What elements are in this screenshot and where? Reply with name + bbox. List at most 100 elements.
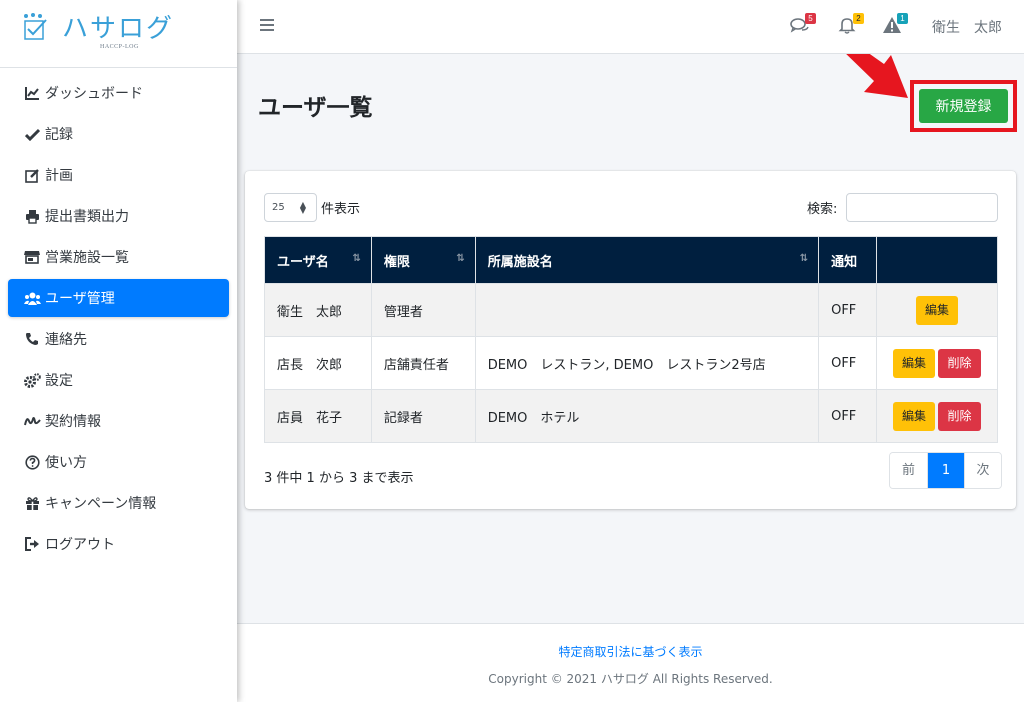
table-row: 店長 次郎 店舗責任者 DEMO レストラン, DEMO レストラン2号店 OF… <box>264 336 998 390</box>
cell-notify: OFF <box>818 389 878 443</box>
sidebar-item-label: ログアウト <box>45 537 115 553</box>
delete-button[interactable]: 削除 <box>938 401 982 431</box>
notifications-button[interactable]: 2 <box>838 13 864 36</box>
user-menu[interactable]: 衛生 太郎 <box>932 17 1002 37</box>
question-icon <box>23 453 41 471</box>
search-label: 検索: <box>807 202 838 217</box>
cell-actions: 編集 <box>876 283 998 337</box>
sidebar-item-contract[interactable]: 契約情報 <box>8 402 229 440</box>
sidebar-item-howto[interactable]: 使い方 <box>8 443 229 481</box>
sidebar-nav: ダッシュボード 記録 計画 提出書類出力 営業施設一覧 ユーザ管理 連絡先 設定… <box>0 68 237 563</box>
table-row: 衛生 太郎 管理者 OFF 編集 <box>264 283 998 337</box>
sidebar-item-users[interactable]: ユーザ管理 <box>8 279 229 317</box>
gears-icon <box>23 371 41 389</box>
column-header-actions <box>876 236 998 284</box>
cell-role: 管理者 <box>370 283 476 337</box>
brand-name: ハサログ <box>62 14 175 44</box>
cell-facility: DEMO ホテル <box>474 389 820 443</box>
alerts-button[interactable]: 1 <box>882 13 908 36</box>
messages-button[interactable]: 5 <box>790 13 816 36</box>
sidebar-item-label: 連絡先 <box>45 332 87 348</box>
top-navbar: 5 2 1 衛生 太郎 <box>237 0 1024 54</box>
column-header-username[interactable]: ユーザ名 ⇅ <box>264 236 372 284</box>
chart-line-icon <box>23 84 41 102</box>
sidebar-item-label: 計画 <box>45 168 73 184</box>
table-info: 3 件中 1 から 3 まで表示 <box>264 471 414 486</box>
cell-username: 店員 花子 <box>264 389 372 443</box>
sidebar-item-label: ダッシュボード <box>45 86 143 102</box>
logo-icon <box>24 13 47 40</box>
cell-username: 店長 次郎 <box>264 336 372 390</box>
sidebar-item-logout[interactable]: ログアウト <box>8 525 229 563</box>
brand-subtitle: HACCP-LOG <box>100 44 139 50</box>
messages-badge: 5 <box>805 13 816 24</box>
pagination-page-1[interactable]: 1 <box>927 453 964 488</box>
signature-icon <box>23 412 41 430</box>
search-input[interactable] <box>846 193 998 222</box>
sort-icon: ⇅ <box>456 253 465 264</box>
notifications-badge: 2 <box>853 13 864 24</box>
legal-notice-link[interactable]: 特定商取引法に基づく表示 <box>237 643 1024 660</box>
sort-icon: ⇅ <box>352 253 361 264</box>
page-title: ユーザ一覧 <box>258 95 373 121</box>
sidebar-item-label: 記録 <box>45 127 73 143</box>
printer-icon <box>23 207 41 225</box>
footer: 特定商取引法に基づく表示 Copyright © 2021 ハサログ All R… <box>237 623 1024 702</box>
sidebar-item-label: ユーザ管理 <box>45 291 115 307</box>
cell-facility <box>474 283 820 337</box>
sidebar-item-campaign[interactable]: キャンペーン情報 <box>8 484 229 522</box>
page-length-value: 25 <box>272 202 285 213</box>
cell-role: 記録者 <box>370 389 476 443</box>
sidebar: ハサログ HACCP-LOG ダッシュボード 記録 計画 提出書類出力 営業施設… <box>0 0 237 702</box>
sidebar-item-records[interactable]: 記録 <box>8 115 229 153</box>
cell-notify: OFF <box>818 283 878 337</box>
sidebar-item-plan[interactable]: 計画 <box>8 156 229 194</box>
sidebar-item-label: 営業施設一覧 <box>45 250 129 266</box>
hamburger-menu-icon[interactable] <box>259 17 275 33</box>
table-header-row: ユーザ名 ⇅ 権限 ⇅ 所属施設名 ⇅ 通知 <box>264 236 998 284</box>
store-icon <box>23 248 41 266</box>
highlight-frame: 新規登録 <box>910 80 1017 132</box>
sidebar-item-label: 設定 <box>45 373 73 389</box>
page-length-select[interactable]: 25 ▲ ▼ <box>264 193 317 222</box>
sidebar-item-facilities[interactable]: 営業施設一覧 <box>8 238 229 276</box>
sidebar-item-label: 使い方 <box>45 455 87 471</box>
cell-actions: 編集 削除 <box>876 336 998 390</box>
copyright: Copyright © 2021 ハサログ All Rights Reserve… <box>488 672 773 686</box>
brand[interactable]: ハサログ HACCP-LOG <box>0 0 237 68</box>
alerts-badge: 1 <box>897 13 908 24</box>
users-card: 25 ▲ ▼ 件表示 検索: ユーザ名 ⇅ 権限 ⇅ 所属施設名 ⇅ 通知 衛生 太郎 … <box>245 171 1016 509</box>
column-header-role[interactable]: 権限 ⇅ <box>370 236 476 284</box>
cell-notify: OFF <box>818 336 878 390</box>
cell-username: 衛生 太郎 <box>264 283 372 337</box>
pagination: 前 1 次 <box>889 452 1002 489</box>
column-header-facility[interactable]: 所属施設名 ⇅ <box>474 236 820 284</box>
sidebar-item-label: 提出書類出力 <box>45 209 129 225</box>
edit-button[interactable]: 編集 <box>916 295 959 325</box>
table-row: 店員 花子 記録者 DEMO ホテル OFF 編集 削除 <box>264 389 998 443</box>
cell-role: 店舗責任者 <box>370 336 476 390</box>
cell-facility: DEMO レストラン, DEMO レストラン2号店 <box>474 336 820 390</box>
sidebar-item-label: キャンペーン情報 <box>45 496 157 512</box>
delete-button[interactable]: 削除 <box>938 348 982 378</box>
pagination-next[interactable]: 次 <box>964 453 1001 488</box>
sidebar-item-print[interactable]: 提出書類出力 <box>8 197 229 235</box>
sidebar-item-label: 契約情報 <box>45 414 101 430</box>
cell-actions: 編集 削除 <box>876 389 998 443</box>
sign-out-icon <box>23 535 41 553</box>
page-length-label: 件表示 <box>321 202 361 217</box>
gift-icon <box>23 494 41 512</box>
sidebar-item-dashboard[interactable]: ダッシュボード <box>8 74 229 112</box>
sidebar-item-contacts[interactable]: 連絡先 <box>8 320 229 358</box>
edit-button[interactable]: 編集 <box>893 401 936 431</box>
check-icon <box>23 125 41 143</box>
edit-button[interactable]: 編集 <box>893 348 936 378</box>
pagination-prev[interactable]: 前 <box>890 453 927 488</box>
column-header-notify[interactable]: 通知 <box>818 236 878 284</box>
new-registration-button[interactable]: 新規登録 <box>919 89 1008 123</box>
sort-icon: ⇅ <box>799 253 809 264</box>
users-table: ユーザ名 ⇅ 権限 ⇅ 所属施設名 ⇅ 通知 衛生 太郎 管理者 OFF 編集 店長 … <box>264 236 998 443</box>
phone-icon <box>23 330 41 348</box>
edit-icon <box>23 166 41 184</box>
sidebar-item-settings[interactable]: 設定 <box>8 361 229 399</box>
